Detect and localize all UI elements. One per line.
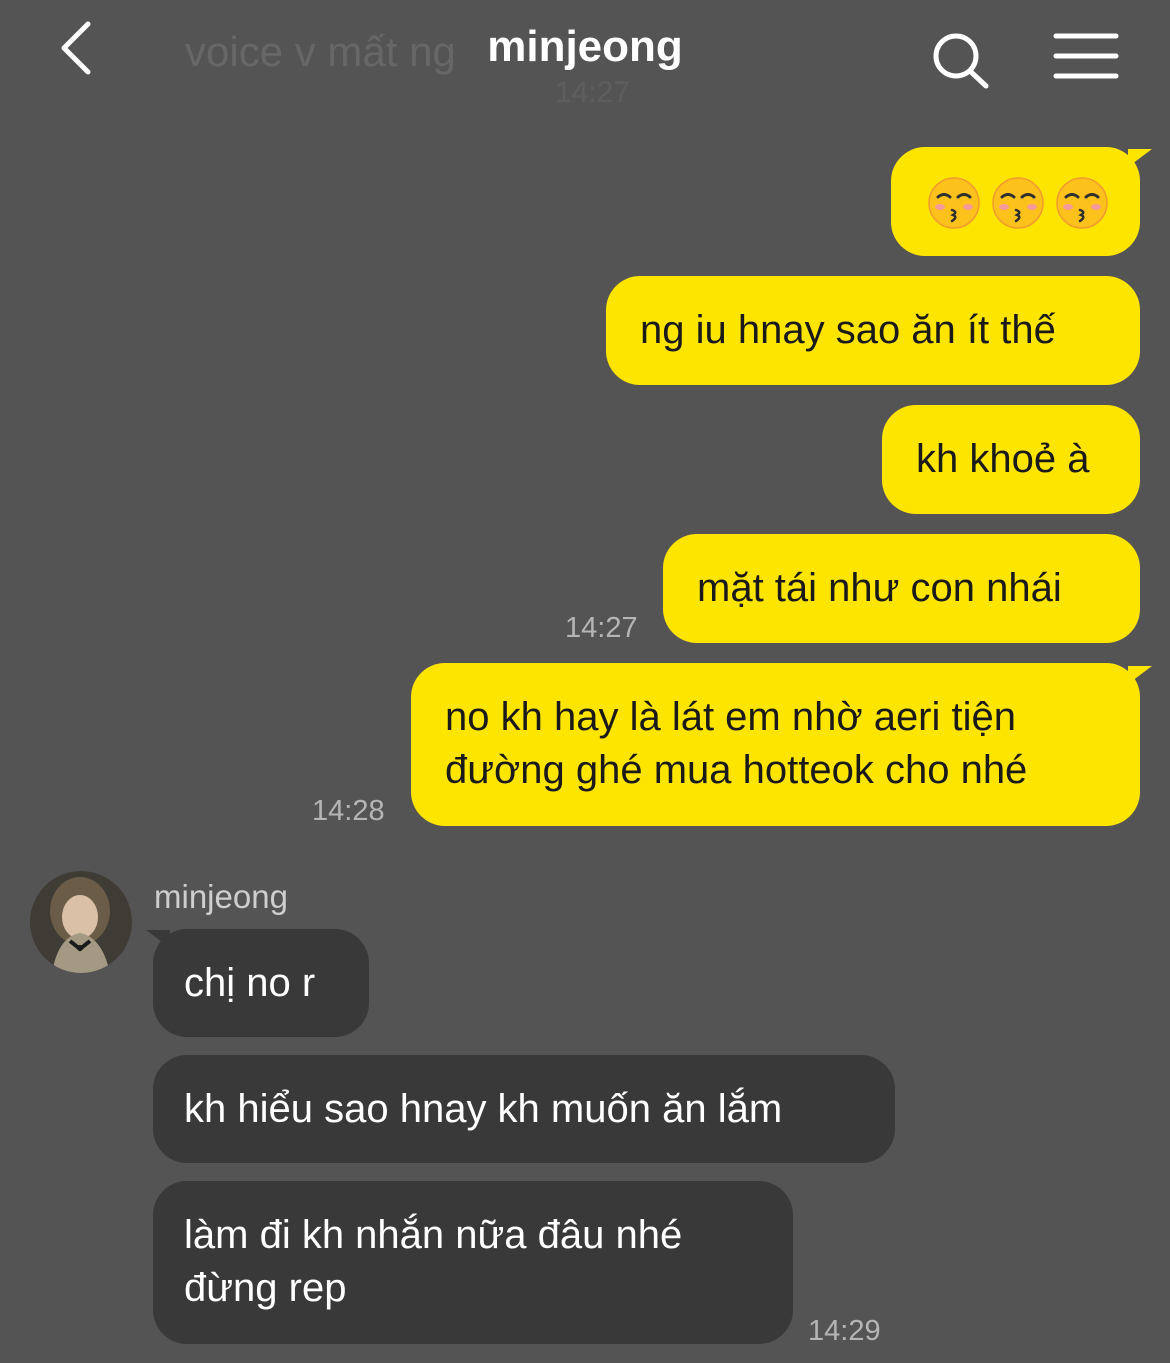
previous-message-time: 14:27 xyxy=(555,76,631,109)
avatar[interactable] xyxy=(30,871,132,973)
message-text: mặt tái như con nhái xyxy=(697,566,1062,610)
incoming-message[interactable]: kh hiểu sao hnay kh muốn ăn lắm xyxy=(153,1055,895,1163)
incoming-message[interactable]: làm đi kh nhắn nữa đâu nhé đừng rep xyxy=(153,1181,793,1344)
message-text: chị no r xyxy=(184,961,316,1005)
message-time: 14:27 xyxy=(565,612,638,644)
message-text-line: no kh hay là lát em nhờ aeri tiện xyxy=(445,695,1016,739)
outgoing-message[interactable]: mặt tái như con nhái xyxy=(663,534,1140,643)
outgoing-message[interactable]: kh khoẻ à xyxy=(882,405,1140,514)
outgoing-message[interactable]: no kh hay là lát em nhờ aeri tiện đường … xyxy=(411,663,1140,826)
back-button[interactable] xyxy=(50,18,110,78)
chevron-left-icon xyxy=(61,21,91,75)
chat-title: minjeong xyxy=(487,22,683,71)
avatar-image xyxy=(30,871,132,973)
kissing-face-icon xyxy=(928,177,980,230)
kissing-face-icon xyxy=(992,177,1044,230)
menu-icon xyxy=(1053,33,1119,79)
kissing-face-icon xyxy=(1056,177,1108,230)
outgoing-message[interactable]: ng iu hnay sao ăn ít thế xyxy=(606,276,1140,385)
sender-name: minjeong xyxy=(154,878,288,915)
message-text-line: đường ghé mua hotteok cho nhé xyxy=(445,748,1028,792)
message-text: ng iu hnay sao ăn ít thế xyxy=(640,308,1056,352)
outgoing-message-emoji[interactable] xyxy=(891,147,1140,256)
message-time: 14:29 xyxy=(808,1315,881,1347)
search-button[interactable] xyxy=(928,28,994,94)
message-time: 14:28 xyxy=(312,795,385,827)
incoming-message[interactable]: chị no r xyxy=(153,929,369,1037)
message-text-line: đừng rep xyxy=(184,1266,347,1310)
message-text: kh hiểu sao hnay kh muốn ăn lắm xyxy=(184,1087,783,1131)
menu-button[interactable] xyxy=(1052,30,1122,84)
message-text-line: làm đi kh nhắn nữa đâu nhé xyxy=(184,1213,683,1257)
message-text: kh khoẻ à xyxy=(916,437,1090,481)
search-icon xyxy=(933,33,989,89)
